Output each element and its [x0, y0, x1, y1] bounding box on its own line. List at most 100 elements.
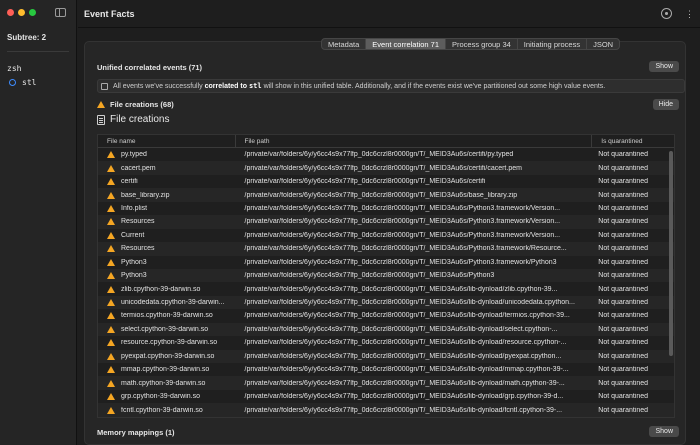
quarantine-status-cell: Not quarantined [598, 312, 649, 320]
warning-icon [107, 393, 115, 401]
warning-icon [107, 325, 115, 333]
file-name-cell: Python3 [98, 258, 236, 266]
table-row[interactable]: select.cpython-39-darwin.so/private/var/… [98, 322, 674, 337]
table-row[interactable]: Resources/private/var/folders/6y/y6cc4s9… [98, 215, 674, 229]
table-row[interactable]: cacert.pem/private/var/folders/6y/y6cc4s… [98, 161, 674, 175]
memory-show-button[interactable]: Show [649, 426, 679, 437]
file-name-cell: Info.plist [98, 204, 236, 212]
table-row[interactable]: certifi/private/var/folders/6y/y6cc4s9x7… [98, 175, 674, 188]
tab-initiating-process[interactable]: Initiating process [518, 39, 588, 49]
quarantine-status-cell: Not quarantined [598, 379, 649, 387]
file-name: cacert.pem [121, 164, 156, 172]
file-path-cell: /private/var/folders/6y/y6cc4s9x77lfp_0d… [244, 164, 522, 172]
quarantine-status-cell: Not quarantined [598, 406, 649, 414]
warning-icon [107, 366, 115, 374]
table-row[interactable]: zlib.cpython-39-darwin.so/private/var/fo… [98, 282, 674, 295]
tab-bar: Metadata Event correlation 71 Process gr… [321, 38, 621, 50]
file-name-cell: fcntl.cpython-39-darwin.so [98, 406, 236, 414]
sidebar-toggle-icon[interactable] [55, 8, 66, 17]
file-path-cell: /private/var/folders/6y/y6cc4s9x77lfp_0d… [244, 272, 495, 280]
zoom-window-button[interactable] [29, 9, 36, 16]
file-path-cell: /private/var/folders/6y/y6cc4s9x77lfp_0d… [244, 151, 514, 159]
file-path-cell: /private/var/folders/6y/y6cc4s9x77lfp_0d… [244, 379, 565, 387]
file-name-cell: cacert.pem [98, 164, 236, 172]
quarantine-status-cell: Not quarantined [598, 272, 649, 280]
quarantine-status-cell: Not quarantined [598, 325, 649, 333]
file-name: Resources [121, 218, 155, 226]
table-row[interactable]: unicodedata.cpython-39-darwin... /private… [98, 295, 674, 310]
table-scrollbar[interactable] [669, 151, 673, 356]
file-name: Info.plist [121, 204, 148, 212]
table-row[interactable]: Info.plist/private/var/folders/6y/y6cc4s… [98, 202, 674, 215]
table-row[interactable]: Python3/private/var/folders/6y/y6cc4s9x7… [98, 268, 674, 283]
warning-icon [107, 151, 115, 159]
file-name-cell: Python3 [98, 272, 236, 280]
file-name: Python3 [121, 272, 147, 280]
file-name: Resources [121, 245, 155, 253]
column-header-file-name[interactable]: File name [98, 135, 236, 147]
table-row[interactable]: resource.cpython-39-darwin.so/private/va… [98, 336, 674, 349]
file-name: zlib.cpython-39-darwin.so [121, 285, 201, 293]
table-row[interactable]: Python3/private/var/folders/6y/y6cc4s9x7… [98, 256, 674, 269]
memory-mappings-title: Memory mappings (1) [97, 428, 175, 437]
tab-metadata[interactable]: Metadata [322, 39, 367, 49]
process-item-label: stl [22, 78, 37, 87]
table-row[interactable]: py.typed/private/var/folders/6y/y6cc4s9x… [98, 148, 674, 161]
table-row[interactable]: termios.cpython-39-darwin.so/private/var… [98, 309, 674, 322]
file-name-cell: py.typed [98, 151, 236, 159]
quarantine-status-cell: Not quarantined [598, 218, 649, 226]
table-body: py.typed/private/var/folders/6y/y6cc4s9x… [98, 148, 674, 417]
table-row[interactable]: pyexpat.cpython-39-darwin.so/private/var… [98, 349, 674, 363]
file-name: fcntl.cpython-39-darwin.so [121, 406, 203, 414]
close-window-button[interactable] [7, 9, 14, 16]
file-name: math.cpython-39-darwin.so [121, 379, 206, 387]
file-path-cell: /private/var/folders/6y/y6cc4s9x77lfp_0d… [244, 366, 569, 374]
quarantine-status-cell: Not quarantined [598, 231, 649, 239]
quarantine-status-cell: Not quarantined [598, 339, 649, 347]
table-row[interactable]: Current/private/var/folders/6y/y6cc4s9x7… [98, 229, 674, 242]
warning-icon [107, 339, 115, 347]
table-row[interactable]: mmap.cpython-39-darwin.so/private/var/fo… [98, 363, 674, 376]
warning-icon [107, 352, 115, 360]
warning-icon [107, 204, 115, 212]
warning-icon [107, 299, 115, 307]
table-row[interactable]: Resources/private/var/folders/6y/y6cc4s9… [98, 242, 674, 256]
quarantine-status-cell: Not quarantined [598, 393, 649, 401]
column-header-is-quarantined[interactable]: Is quarantined [592, 135, 674, 147]
window-title: Event Facts [84, 9, 135, 19]
file-name: termios.cpython-39-darwin.so [121, 312, 213, 320]
target-icon[interactable] [661, 8, 672, 19]
file-name-cell: mmap.cpython-39-darwin.so [98, 366, 236, 374]
warning-icon [107, 406, 115, 414]
tab-json[interactable]: JSON [587, 39, 619, 49]
sidebar: Subtree: 2 zsh stl [0, 0, 77, 445]
table-row[interactable]: grp.cpython-39-darwin.so/private/var/fol… [98, 390, 674, 403]
file-name: py.typed [121, 151, 147, 159]
unified-show-button[interactable]: Show [649, 61, 679, 72]
warning-icon [107, 272, 115, 280]
file-creations-table: File name File path Is quarantined py.ty… [97, 134, 675, 418]
quarantine-status-cell: Not quarantined [598, 164, 649, 172]
warning-icon [107, 191, 115, 199]
process-item-stl[interactable]: stl [9, 78, 36, 87]
table-row[interactable]: base_library.zip/private/var/folders/6y/… [98, 188, 674, 202]
info-bar: All events we've successfully correlated… [97, 79, 685, 93]
file-creations-hide-button[interactable]: Hide [652, 99, 679, 110]
file-path-cell: /private/var/folders/6y/y6cc4s9x77lfp_0d… [244, 191, 518, 199]
process-item-zsh[interactable]: zsh [7, 64, 21, 73]
quarantine-status-cell: Not quarantined [598, 299, 649, 307]
table-row[interactable]: fcntl.cpython-39-darwin.so/private/var/f… [98, 403, 674, 417]
window-controls [7, 9, 36, 16]
minimize-window-button[interactable] [18, 9, 25, 16]
table-row[interactable]: math.cpython-39-darwin.so/private/var/fo… [98, 376, 674, 390]
file-name-cell: math.cpython-39-darwin.so [98, 379, 236, 387]
tab-process-group[interactable]: Process group 34 [446, 39, 518, 49]
column-header-file-path[interactable]: File path [236, 135, 593, 147]
info-icon [101, 82, 108, 90]
file-name: pyexpat.cpython-39-darwin.so [121, 352, 215, 360]
file-path-cell: /private/var/folders/6y/y6cc4s9x77lfp_0d… [244, 231, 561, 239]
unified-section-title: Unified correlated events (71) [97, 63, 203, 72]
tab-event-correlation[interactable]: Event correlation 71 [366, 39, 446, 49]
warning-icon [97, 101, 105, 108]
quarantine-status-cell: Not quarantined [598, 151, 649, 159]
